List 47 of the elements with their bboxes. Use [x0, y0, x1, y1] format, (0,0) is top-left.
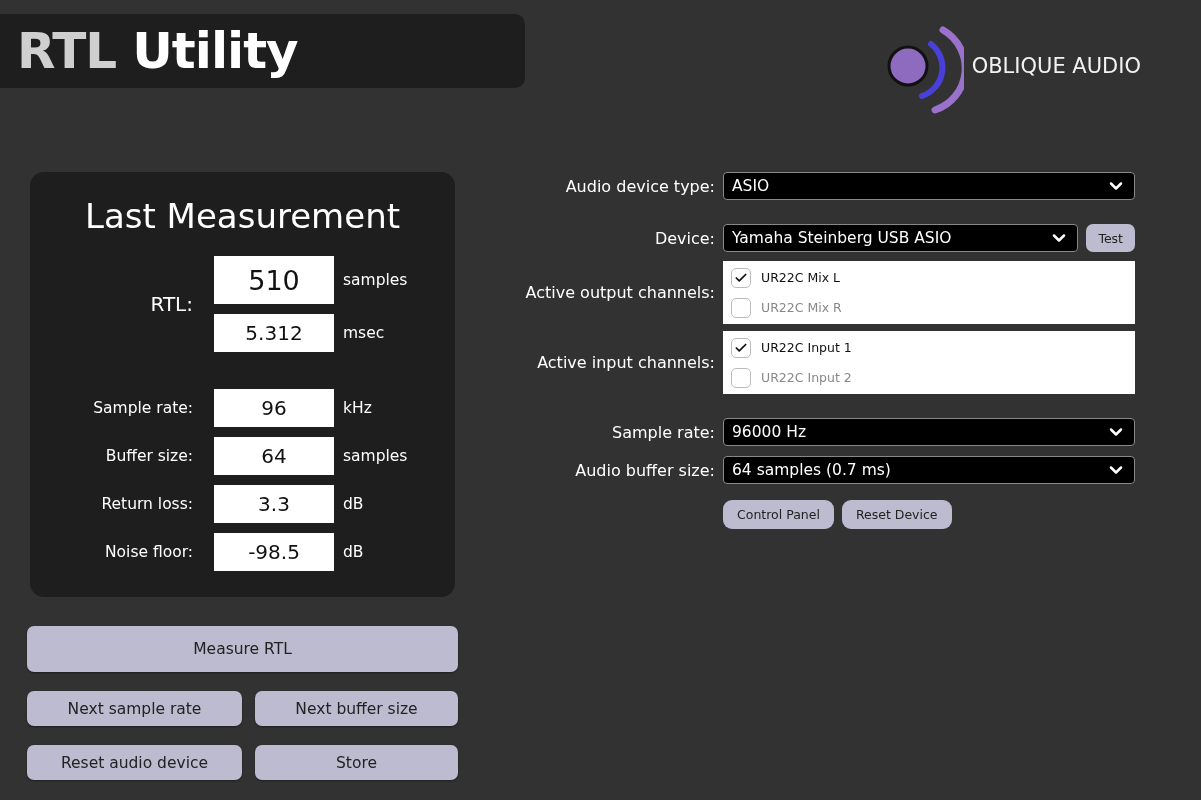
action-button[interactable]: Next buffer size	[255, 691, 458, 726]
value-field: 510	[214, 256, 334, 304]
rtl-label: RTL:	[150, 292, 194, 316]
checkbox[interactable]	[731, 267, 751, 288]
value-field: 96	[214, 389, 334, 427]
setting-label: Audio buffer size:	[575, 460, 715, 480]
unit-label: dB	[342, 495, 365, 513]
checkbox[interactable]	[731, 297, 751, 318]
field-label: Noise floor:	[105, 543, 194, 561]
device-button[interactable]: Reset Device	[841, 500, 952, 529]
channel-name: UR22C Mix R	[761, 300, 842, 315]
dropdown[interactable]: 64 samples (0.7 ms)	[723, 456, 1135, 484]
brand-name: OBLIQUE AUDIO	[971, 54, 1141, 78]
setting-label: Active output channels:	[525, 283, 715, 302]
app-title: RTL	[17, 22, 117, 80]
field-label: Sample rate:	[93, 399, 194, 417]
unit-label: msec	[342, 324, 386, 342]
field-label: Return loss:	[101, 495, 194, 513]
setting-label: Audio device type:	[565, 176, 715, 196]
channel-name: UR22C Input 2	[761, 370, 852, 385]
action-button[interactable]: Next sample rate	[27, 691, 242, 726]
dropdown[interactable]: ASIO	[723, 172, 1135, 200]
setting-label: Sample rate:	[612, 422, 715, 442]
setting-label: Device:	[654, 228, 715, 248]
unit-label: dB	[342, 543, 365, 561]
dropdown[interactable]: 96000 Hz	[723, 418, 1135, 446]
measure-button[interactable]: Measure RTL	[27, 626, 458, 672]
panel-title: Last Measurement	[83, 196, 402, 236]
unit-label: samples	[342, 271, 409, 289]
value-field: 3.3	[214, 485, 334, 523]
unit-label: samples	[342, 447, 409, 465]
app-title: Utility	[132, 22, 298, 80]
unit-label: kHz	[342, 399, 373, 417]
field-label: Buffer size:	[105, 447, 194, 465]
test-button[interactable]: Test	[1086, 224, 1135, 252]
setting-label: Active input channels:	[537, 353, 715, 372]
channel-name: UR22C Input 1	[761, 340, 852, 355]
channel-name: UR22C Mix L	[761, 270, 841, 285]
value-field: 64	[214, 437, 334, 475]
checkbox[interactable]	[731, 337, 751, 358]
value-field: -98.5	[214, 533, 334, 571]
device-button[interactable]: Control Panel	[723, 500, 834, 529]
action-button[interactable]: Reset audio device	[27, 745, 242, 780]
dropdown[interactable]: Yamaha Steinberg USB ASIO	[723, 224, 1079, 252]
value-field: 5.312	[214, 314, 334, 352]
action-button[interactable]: Store	[255, 745, 458, 780]
checkbox[interactable]	[731, 367, 751, 388]
